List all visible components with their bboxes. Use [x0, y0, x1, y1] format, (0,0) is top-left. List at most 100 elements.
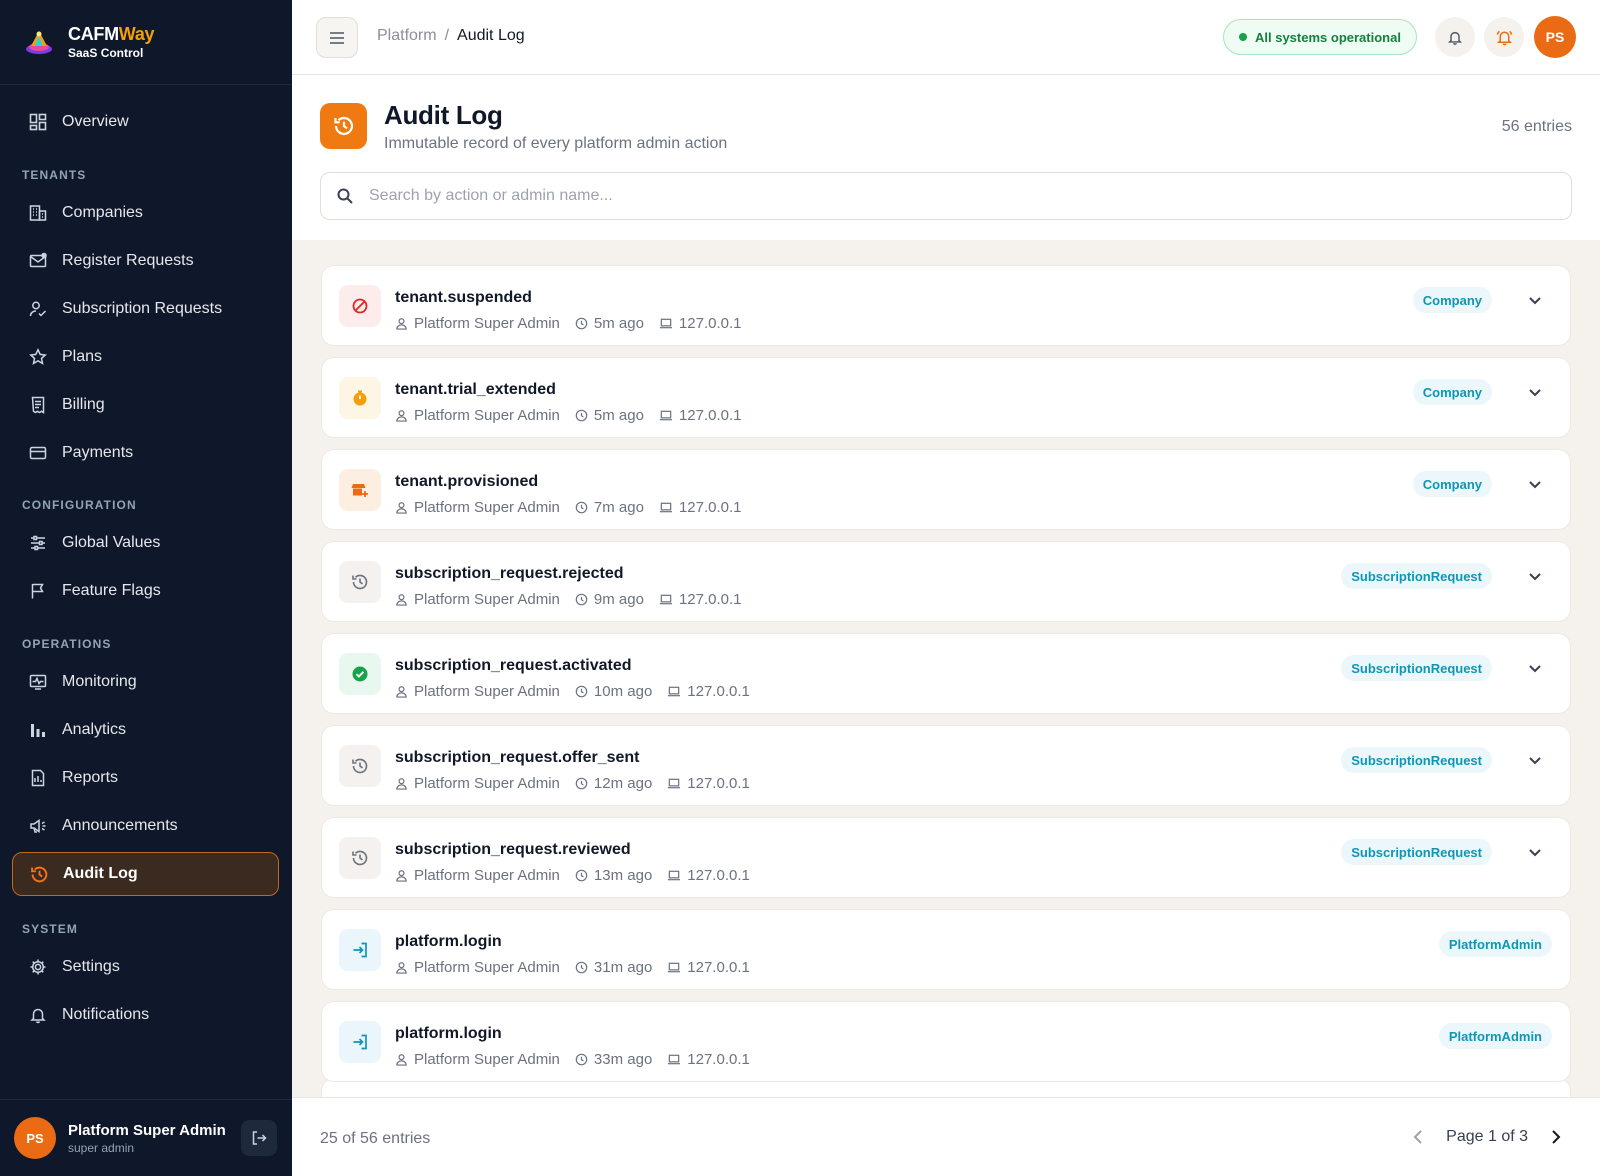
chevron-down-icon — [1528, 664, 1542, 673]
sidebar-item-label: Plans — [62, 348, 103, 365]
admin-name: Platform Super Admin — [414, 591, 560, 608]
action-name: platform.login — [395, 1025, 502, 1042]
user-name: Platform Super Admin — [68, 1121, 226, 1139]
sidebar-item-settings[interactable]: Settings — [12, 945, 279, 989]
breadcrumb-current: Audit Log — [457, 27, 525, 44]
entity-badge: Company — [1412, 379, 1492, 405]
timestamp: 5m ago — [593, 315, 644, 332]
history-icon — [339, 561, 381, 603]
expand-button[interactable] — [1528, 296, 1542, 305]
table-row[interactable]: subscription_request.offer_sent Platform … — [321, 725, 1571, 806]
admin-name: Platform Super Admin — [414, 407, 560, 424]
sidebar-item-announcements[interactable]: Announcements — [12, 804, 279, 848]
entity-badge: PlatformAdmin — [1438, 931, 1552, 957]
action-name: subscription_request.offer_sent — [395, 749, 640, 766]
sidebar-item-analytics[interactable]: Analytics — [12, 708, 279, 752]
bell-icon — [1447, 29, 1463, 46]
expand-button[interactable] — [1528, 572, 1542, 581]
chevron-down-icon — [1528, 572, 1542, 581]
expand-button[interactable] — [1528, 848, 1542, 857]
ip-address: 127.0.0.1 — [678, 499, 742, 516]
search-input[interactable] — [369, 187, 1519, 205]
avatar[interactable]: PS — [1534, 16, 1576, 58]
brand-logo-icon — [22, 25, 56, 59]
history-icon — [339, 745, 381, 787]
entity-badge: SubscriptionRequest — [1341, 563, 1492, 589]
sidebar-item-payments[interactable]: Payments — [12, 431, 279, 475]
sidebar-item-companies[interactable]: Companies — [12, 191, 279, 235]
report-icon — [28, 768, 48, 788]
entry-meta: Platform Super Admin 33m ago 127.0.0.1 — [395, 1051, 765, 1068]
sidebar-item-label: Audit Log — [63, 865, 138, 882]
section-title-configuration: CONFIGURATION — [22, 498, 137, 512]
history-icon — [29, 864, 49, 884]
sidebar-item-subscription-requests[interactable]: Subscription Requests — [12, 287, 279, 331]
sidebar-item-reports[interactable]: Reports — [12, 756, 279, 800]
user-role: super admin — [68, 1140, 135, 1155]
login-icon — [339, 929, 381, 971]
bar-chart-icon — [28, 720, 48, 740]
expand-button[interactable] — [1528, 480, 1542, 489]
sidebar-item-monitoring[interactable]: Monitoring — [12, 660, 279, 704]
sidebar-item-billing[interactable]: Billing — [12, 383, 279, 427]
action-name: platform.login — [395, 933, 502, 950]
breadcrumb-separator: / — [444, 27, 450, 44]
table-row[interactable]: subscription_request.activated Platform S… — [321, 633, 1571, 714]
pagination: Page 1 of 3 — [1404, 1123, 1570, 1151]
menu-toggle-button[interactable] — [316, 17, 358, 58]
sidebar-item-plans[interactable]: Plans — [12, 335, 279, 379]
ip-meta: 127.0.0.1 — [659, 591, 742, 608]
status-badge[interactable]: All systems operational — [1223, 19, 1417, 55]
dashboard-icon — [28, 112, 48, 132]
next-page-button[interactable] — [1542, 1123, 1570, 1151]
sidebar-item-label: Global Values — [62, 534, 161, 551]
action-name: tenant.suspended — [395, 289, 532, 306]
building-icon — [28, 203, 48, 223]
flag-icon — [28, 581, 48, 601]
timestamp: 10m ago — [593, 683, 653, 700]
table-row[interactable]: tenant.trial_extended Platform Super Admi… — [321, 357, 1571, 438]
breadcrumb-platform[interactable]: Platform — [377, 27, 437, 45]
user-icon — [395, 869, 414, 882]
table-row[interactable]: tenant.suspended Platform Super Admin 5m a… — [321, 265, 1571, 346]
table-row[interactable]: subscription_request.rejected Platform Su… — [321, 541, 1571, 622]
admin-meta: Platform Super Admin — [395, 499, 560, 516]
expand-button[interactable] — [1528, 756, 1542, 765]
sidebar-item-label: Notifications — [62, 1006, 150, 1023]
alerts-button[interactable] — [1484, 17, 1524, 57]
sidebar-item-audit-log[interactable]: Audit Log — [12, 852, 279, 896]
sidebar-item-label: Monitoring — [62, 673, 137, 690]
laptop-icon — [659, 317, 679, 330]
entity-badge: PlatformAdmin — [1438, 1023, 1552, 1049]
action-name: tenant.provisioned — [395, 473, 539, 490]
sidebar-item-overview[interactable]: Overview — [12, 100, 279, 144]
footer-count: 25 of 56 entries — [320, 1130, 431, 1147]
sidebar-item-global-values[interactable]: Global Values — [12, 521, 279, 565]
sidebar-item-feature-flags[interactable]: Feature Flags — [12, 569, 279, 613]
prev-page-button[interactable] — [1404, 1123, 1432, 1151]
mail-badge-icon — [28, 251, 48, 271]
timestamp: 31m ago — [593, 959, 653, 976]
ip-meta: 127.0.0.1 — [667, 867, 750, 884]
notifications-button[interactable] — [1435, 17, 1475, 57]
sidebar-item-label: Settings — [62, 958, 120, 975]
logout-button[interactable] — [241, 1120, 277, 1156]
entry-meta: Platform Super Admin 9m ago 127.0.0.1 — [395, 591, 757, 608]
avatar[interactable]: PS — [14, 1117, 56, 1159]
admin-meta: Platform Super Admin — [395, 867, 560, 884]
entry-meta: Platform Super Admin 31m ago 127.0.0.1 — [395, 959, 765, 976]
expand-button[interactable] — [1528, 388, 1542, 397]
sliders-icon — [28, 533, 48, 553]
sidebar-item-register-requests[interactable]: Register Requests — [12, 239, 279, 283]
laptop-icon — [659, 409, 679, 422]
history-icon — [320, 103, 367, 149]
sidebar-item-notifications[interactable]: Notifications — [12, 993, 279, 1037]
expand-button[interactable] — [1528, 664, 1542, 673]
table-row[interactable]: platform.login Platform Super Admin 33m ag… — [321, 1001, 1571, 1082]
sidebar-item-label: Reports — [62, 769, 119, 786]
table-row[interactable]: tenant.provisioned Platform Super Admin 7m… — [321, 449, 1571, 530]
chevron-left-icon — [1413, 1129, 1423, 1145]
time-meta: 5m ago — [575, 407, 644, 424]
table-row[interactable]: platform.login Platform Super Admin 31m ag… — [321, 909, 1571, 990]
table-row[interactable]: subscription_request.reviewed Platform Su… — [321, 817, 1571, 898]
